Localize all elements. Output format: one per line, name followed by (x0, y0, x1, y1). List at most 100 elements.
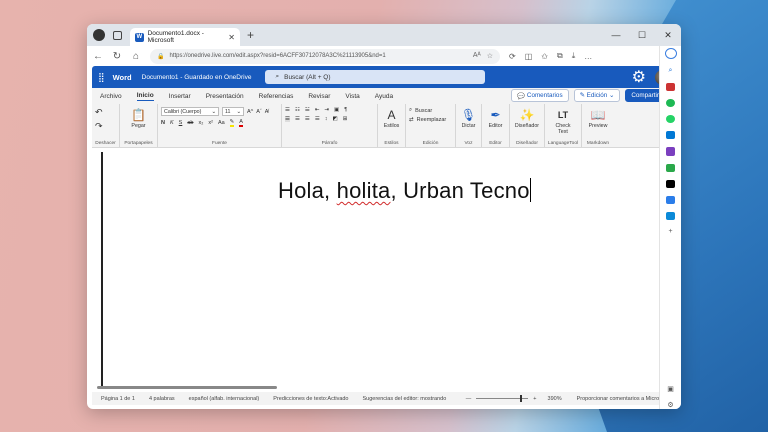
underline-icon[interactable]: S (179, 120, 183, 126)
app-name[interactable]: Word (113, 73, 132, 82)
dictate-button[interactable]: 🎙 Dictar (459, 107, 478, 129)
editing-mode-button[interactable]: ✎ Edición ⌄ (573, 89, 621, 102)
shading-icon[interactable]: ◩ (333, 116, 338, 122)
redo-icon[interactable]: ↷ (95, 121, 103, 132)
document-canvas[interactable]: Hola, holita, Urban Tecno (92, 150, 676, 392)
sidebar-spotify-icon[interactable] (666, 99, 675, 108)
tab-ayuda[interactable]: Ayuda (375, 93, 393, 100)
tab-revisar[interactable]: Revisar (308, 93, 330, 100)
feedback-link[interactable]: Proporcionar comentarios a Microsoft (577, 396, 668, 402)
bullets-icon[interactable]: ☰ (285, 107, 290, 113)
tab-presentacion[interactable]: Presentación (206, 93, 244, 100)
home-icon[interactable]: ⌂ (131, 51, 141, 62)
sidebar-panel-icon[interactable]: ▣ (667, 385, 674, 393)
increase-indent-icon[interactable]: ⇥ (324, 107, 329, 113)
superscript-icon[interactable]: x² (208, 120, 213, 126)
sidebar-tiktok-icon[interactable] (666, 179, 675, 188)
settings-icon[interactable]: ⚙ (632, 67, 646, 87)
italic-icon[interactable]: K (170, 120, 174, 126)
shrink-font-icon[interactable]: Aˇ (256, 109, 262, 115)
back-icon[interactable]: ← (93, 51, 103, 62)
preview-button[interactable]: 📖 Preview (585, 107, 611, 129)
sidebar-search-icon[interactable]: ⌕ (669, 67, 673, 75)
borders-icon[interactable]: ⊞ (343, 116, 348, 122)
tab-vista[interactable]: Vista (345, 93, 359, 100)
tab-referencias[interactable]: Referencias (259, 93, 294, 100)
align-left-icon[interactable]: ☰ (285, 116, 290, 122)
sidebar-whatsapp-icon[interactable] (666, 115, 675, 124)
sidebar-shopping-icon[interactable] (666, 83, 675, 92)
favorites-icon[interactable]: ✩ (541, 52, 548, 61)
collections-icon[interactable]: ⧉ (557, 51, 563, 61)
ltr-icon[interactable]: ▣ (334, 107, 339, 113)
editor-suggestions-status[interactable]: Sugerencias del editor: mostrando (363, 396, 447, 402)
highlight-icon[interactable]: ✎ (229, 119, 235, 127)
undo-icon[interactable]: ↶ (95, 107, 103, 118)
close-window-icon[interactable]: ✕ (655, 24, 681, 46)
split-screen-icon[interactable]: ◫ (525, 52, 533, 61)
sidebar-skype-icon[interactable] (666, 211, 675, 220)
document-title[interactable]: Documento1 - Guardado en OneDrive (142, 74, 252, 81)
designer-button[interactable]: ✨ Diseñador (513, 107, 541, 129)
decrease-indent-icon[interactable]: ⇤ (315, 107, 320, 113)
sidebar-telegram-icon[interactable] (666, 195, 675, 204)
replace-row[interactable]: ⇄ Reemplazar (409, 117, 452, 123)
close-tab-icon[interactable]: ✕ (228, 33, 235, 42)
sidebar-add-icon[interactable]: + (668, 228, 672, 235)
zoom-in-icon[interactable]: + (533, 396, 536, 402)
paste-button[interactable]: 📋 Pegar (123, 107, 154, 129)
pilcrow-icon[interactable]: ¶ (344, 107, 347, 113)
clear-format-icon[interactable]: A̸ (265, 109, 269, 115)
refresh-icon[interactable]: ↻ (112, 51, 122, 62)
styles-button[interactable]: A Estilos (381, 107, 402, 129)
copilot-icon[interactable] (664, 48, 677, 60)
document-text[interactable]: Hola, holita, Urban Tecno (278, 178, 531, 204)
align-right-icon[interactable]: ☰ (305, 116, 310, 122)
multilevel-icon[interactable]: ☱ (305, 107, 310, 113)
star-icon[interactable]: ☆ (487, 52, 493, 60)
strikethrough-icon[interactable]: ab (187, 120, 193, 126)
maximize-icon[interactable]: ☐ (629, 24, 655, 46)
minimize-icon[interactable]: — (603, 24, 629, 46)
align-center-icon[interactable]: ☰ (295, 116, 300, 122)
subscript-icon[interactable]: x₂ (198, 120, 203, 126)
misspelled-word[interactable]: holita (337, 178, 391, 203)
justify-icon[interactable]: ☰ (315, 116, 320, 122)
bold-icon[interactable]: N (161, 120, 165, 126)
find-row[interactable]: ⌕ Buscar (409, 107, 452, 114)
font-name-select[interactable]: Calibri (Cuerpo) ⌄ (161, 107, 219, 116)
extensions-icon[interactable]: ⟳ (509, 52, 516, 61)
url-field[interactable]: 🔒 https://onedrive.live.com/edit.aspx?re… (150, 48, 500, 64)
browser-tab[interactable]: W Documento1.docx - Microsoft ✕ (130, 28, 240, 46)
word-count[interactable]: 4 palabras (149, 396, 175, 402)
more-icon[interactable]: … (584, 52, 592, 61)
grow-font-icon[interactable]: A^ (247, 109, 253, 115)
download-icon[interactable]: ⤓ (572, 51, 576, 61)
horizontal-scroll-thumb[interactable] (97, 386, 277, 389)
app-launcher-icon[interactable]: ⣿ (98, 72, 105, 83)
editor-button[interactable]: ✒ Editor (485, 107, 506, 129)
change-case-icon[interactable]: Aa (218, 120, 225, 126)
font-size-select[interactable]: 11 ⌄ (222, 107, 244, 116)
zoom-slider[interactable] (476, 395, 529, 402)
sidebar-games-icon[interactable] (666, 147, 675, 156)
profile-icon[interactable] (93, 29, 105, 41)
read-aloud-icon[interactable]: Aᴬ (473, 52, 481, 60)
tab-insertar[interactable]: Insertar (169, 93, 191, 100)
check-text-button[interactable]: LT Check Text (548, 107, 578, 135)
zoom-level[interactable]: 390% (548, 396, 562, 402)
font-color-icon[interactable]: A (239, 119, 243, 127)
tab-inicio[interactable]: Inicio (136, 92, 154, 101)
tab-actions-icon[interactable] (113, 30, 122, 40)
sidebar-settings-icon[interactable]: ⚙ (667, 401, 673, 409)
sidebar-drive-icon[interactable] (666, 163, 675, 172)
language-status[interactable]: español (alfab. internacional) (189, 396, 260, 402)
new-tab-icon[interactable]: + (247, 28, 254, 42)
tab-archivo[interactable]: Archivo (100, 93, 122, 100)
line-spacing-icon[interactable]: ↕ (325, 116, 328, 122)
sidebar-outlook-icon[interactable] (666, 131, 675, 140)
numbering-icon[interactable]: ☷ (295, 107, 300, 113)
search-input[interactable]: ⌕ Buscar (Alt + Q) (265, 70, 486, 84)
text-predictions-status[interactable]: Predicciones de texto:Activado (273, 396, 348, 402)
zoom-out-icon[interactable]: — (466, 396, 472, 402)
